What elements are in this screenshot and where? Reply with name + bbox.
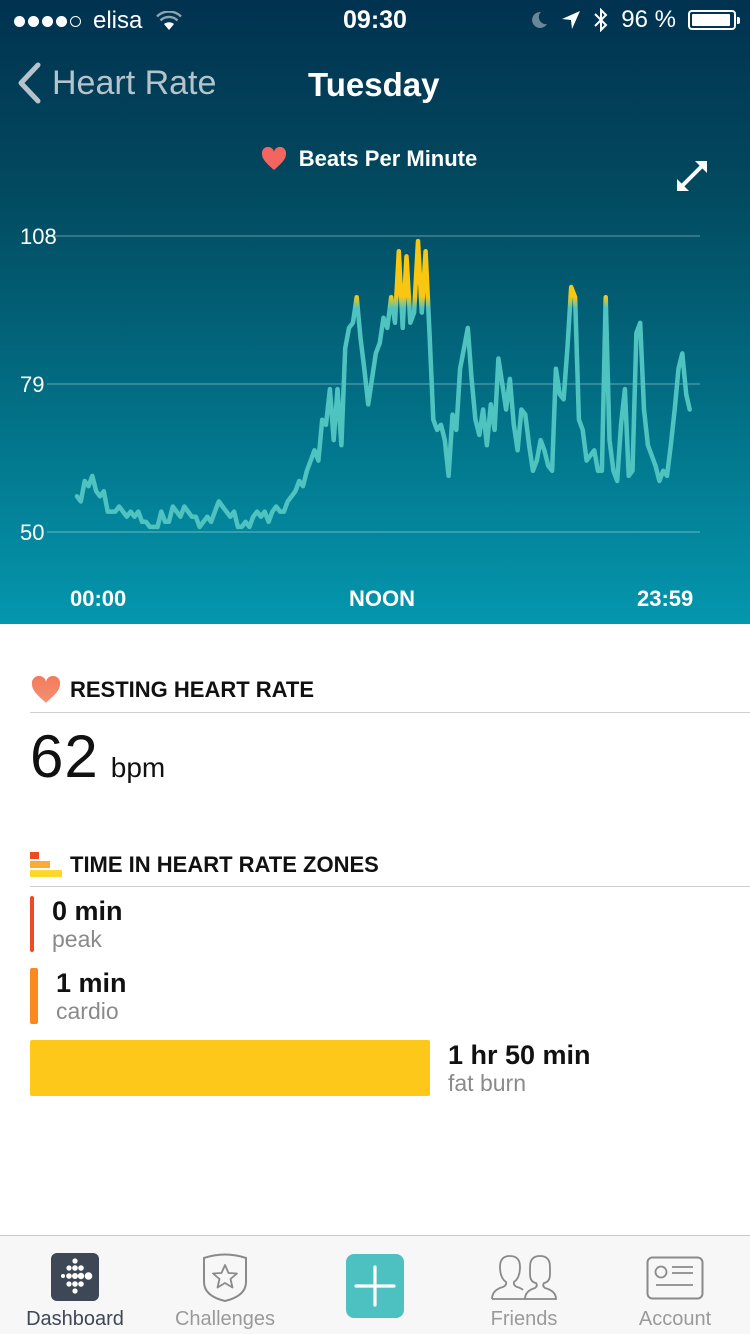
zone-cardio-label: cardio <box>56 998 119 1024</box>
tab-label: Account <box>638 1308 712 1330</box>
tab-label: Friends <box>490 1308 558 1330</box>
zone-fat-burn-bar <box>30 1040 430 1096</box>
resting-heart-rate-title: RESTING HEART RATE <box>70 677 315 702</box>
expand-icon[interactable] <box>674 158 710 194</box>
heart-rate-hero: elisa 09:30 96 % Heart Rate Tuesday Beat… <box>0 0 750 624</box>
tab-challenges[interactable]: Challenges <box>150 1236 300 1334</box>
resting-heart-rate-header: RESTING HEART RATE <box>30 676 750 713</box>
chart-legend: Beats Per Minute <box>0 146 750 172</box>
page-title: Tuesday <box>308 66 440 103</box>
add-button[interactable] <box>346 1254 404 1318</box>
navigation-bar: Heart Rate Tuesday <box>0 50 750 120</box>
resting-heart-rate-value: 62 bpm <box>30 722 165 791</box>
back-label: Heart Rate <box>52 63 217 102</box>
zone-fat-burn-label: fat burn <box>448 1070 526 1096</box>
zone-cardio: 1 min cardio <box>30 968 127 1024</box>
back-button[interactable]: Heart Rate <box>16 62 216 104</box>
battery-level <box>692 14 731 26</box>
zone-peak: 0 min peak <box>30 896 123 952</box>
x-tick-label: NOON <box>349 586 415 611</box>
y-tick-label: 50 <box>20 520 45 545</box>
resting-bpm-unit: bpm <box>110 752 166 783</box>
zone-peak-time: 0 min <box>52 896 123 926</box>
heart-rate-chart <box>47 235 700 533</box>
zone-peak-bar <box>30 896 34 952</box>
moon-icon <box>532 11 548 28</box>
chevron-left-icon <box>18 62 41 104</box>
battery-icon <box>688 10 740 30</box>
heart-icon <box>261 147 286 170</box>
tab-bar: Dashboard Challenges Friends Account <box>0 1235 750 1334</box>
status-bar: elisa 09:30 96 % <box>0 0 750 40</box>
zone-fat-burn: 1 hr 50 min fat burn <box>30 1040 591 1096</box>
heart-rate-zones-header: TIME IN HEART RATE ZONES <box>30 852 750 887</box>
location-arrow-icon <box>562 11 581 29</box>
x-tick-label: 23:59 <box>637 586 694 611</box>
friends-icon <box>491 1255 557 1300</box>
plus-icon <box>354 1265 396 1307</box>
star-shield-icon <box>203 1253 247 1302</box>
tab-label: Dashboard <box>26 1308 124 1330</box>
zone-fat-burn-time: 1 hr 50 min <box>448 1040 591 1070</box>
bluetooth-icon <box>594 8 608 32</box>
tab-label: Challenges <box>174 1308 276 1330</box>
fitbit-logo-icon <box>51 1253 99 1301</box>
battery-percent: 96 % <box>621 6 676 33</box>
tab-dashboard[interactable]: Dashboard <box>0 1236 150 1334</box>
heart-icon <box>31 676 61 703</box>
zones-title: TIME IN HEART RATE ZONES <box>70 852 379 877</box>
zones-icon <box>30 852 62 877</box>
id-card-icon <box>646 1256 704 1300</box>
x-tick-label: 00:00 <box>70 586 127 611</box>
zone-peak-label: peak <box>52 926 102 952</box>
zone-cardio-time: 1 min <box>56 968 127 998</box>
zone-cardio-bar <box>30 968 38 1024</box>
resting-bpm-number: 62 <box>30 723 99 790</box>
y-tick-label: 79 <box>20 372 45 397</box>
chart-legend-label: Beats Per Minute <box>298 146 478 171</box>
y-tick-label: 108 <box>20 224 57 249</box>
tab-friends[interactable]: Friends <box>449 1236 599 1334</box>
tab-account[interactable]: Account <box>600 1236 750 1334</box>
